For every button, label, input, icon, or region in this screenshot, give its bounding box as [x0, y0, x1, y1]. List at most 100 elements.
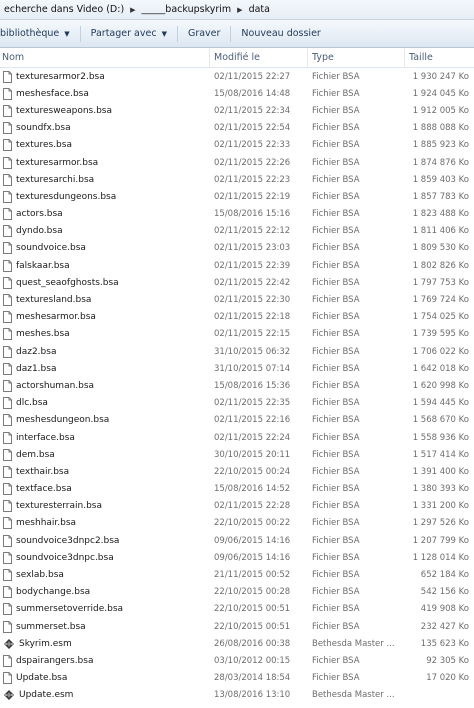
breadcrumb-drive[interactable]: echerche dans Video (D:): [2, 4, 126, 15]
file-row[interactable]: daz2.bsa 31/10/2015 06:32 Fichier BSA 1 706…: [0, 343, 474, 360]
file-row[interactable]: textface.bsa 15/08/2016 14:52 Fichier BSA 1…: [0, 481, 474, 498]
file-row[interactable]: sexlab.bsa 21/11/2015 00:52 Fichier BSA 652…: [0, 566, 474, 583]
file-name-cell[interactable]: meshesdungeon.bsa: [0, 414, 210, 427]
file-type: Fichier BSA: [312, 157, 360, 168]
file-type: Fichier BSA: [312, 604, 360, 615]
column-header-date-modified[interactable]: Modifié le: [210, 48, 308, 67]
file-row[interactable]: actorshuman.bsa 15/08/2016 15:36 Fichier B…: [0, 377, 474, 394]
file-row[interactable]: textures.bsa 02/11/2015 22:33 Fichier BSA 1…: [0, 137, 474, 154]
file-row[interactable]: falskaar.bsa 02/11/2015 22:39 Fichier BSA 1…: [0, 257, 474, 274]
file-name-cell[interactable]: soundvoice3dnpc2.bsa: [0, 534, 210, 547]
file-size: 1 517 414 Ko: [412, 449, 469, 460]
file-name-cell[interactable]: interface.bsa: [0, 431, 210, 444]
file-name-cell[interactable]: dspairangers.bsa: [0, 654, 210, 667]
breadcrumb-separator-icon[interactable]: ▶: [126, 6, 139, 14]
file-size: 1 823 488 Ko: [412, 209, 469, 220]
breadcrumb-data-folder[interactable]: data: [247, 4, 272, 15]
file-name-cell[interactable]: actorshuman.bsa: [0, 379, 210, 392]
breadcrumb-backup-folder[interactable]: _____backupskyrim: [140, 4, 234, 15]
file-row[interactable]: texturesland.bsa 02/11/2015 22:30 Fichier …: [0, 291, 474, 308]
burn-button[interactable]: Graver: [188, 28, 220, 39]
file-row[interactable]: dem.bsa 30/10/2015 20:11 Fichier BSA 1 517 …: [0, 446, 474, 463]
file-size: 92 305 Ko: [426, 655, 469, 666]
file-row[interactable]: meshesdungeon.bsa 02/11/2015 22:16 Fichier…: [0, 412, 474, 429]
file-row[interactable]: soundvoice3dnpc.bsa 09/06/2015 14:16 Fichi…: [0, 549, 474, 566]
file-row[interactable]: bodychange.bsa 22/10/2015 00:28 Fichier BS…: [0, 584, 474, 601]
file-name-cell[interactable]: texturesweapons.bsa: [0, 104, 210, 117]
file-name-cell[interactable]: Skyrim.esm: [0, 638, 210, 650]
file-name-cell[interactable]: texturesland.bsa: [0, 294, 210, 307]
file-row[interactable]: meshesarmor.bsa 02/11/2015 22:18 Fichier B…: [0, 309, 474, 326]
file-name-cell[interactable]: quest_seaofghosts.bsa: [0, 276, 210, 289]
file-name-cell[interactable]: bodychange.bsa: [0, 586, 210, 599]
file-name-cell[interactable]: falskaar.bsa: [0, 259, 210, 272]
file-name-cell[interactable]: texturesterrain.bsa: [0, 500, 210, 513]
file-name-cell[interactable]: daz1.bsa: [0, 362, 210, 375]
file-name-cell[interactable]: Update.bsa: [0, 672, 210, 685]
file-name-cell[interactable]: textface.bsa: [0, 483, 210, 496]
column-header-size[interactable]: Taille: [405, 48, 474, 67]
file-row[interactable]: soundvoice3dnpc2.bsa 09/06/2015 14:16 Fich…: [0, 532, 474, 549]
file-row[interactable]: texturesterrain.bsa 02/11/2015 22:28 Fichi…: [0, 498, 474, 515]
file-row[interactable]: texthair.bsa 22/10/2015 00:24 Fichier BSA 1…: [0, 463, 474, 480]
file-type: Fichier BSA: [312, 295, 360, 306]
file-name-cell[interactable]: texturesarmor.bsa: [0, 156, 210, 169]
file-name-cell[interactable]: soundvoice3dnpc.bsa: [0, 551, 210, 564]
address-bar[interactable]: echerche dans Video (D:) ▶ _____backupsk…: [0, 0, 474, 20]
file-name-cell[interactable]: dlc.bsa: [0, 397, 210, 410]
file-name-cell[interactable]: summersetoverride.bsa: [0, 603, 210, 616]
file-row[interactable]: dlc.bsa 02/11/2015 22:35 Fichier BSA 1 594 …: [0, 395, 474, 412]
file-name-cell[interactable]: Update.esm: [0, 689, 210, 701]
file-row[interactable]: actors.bsa 15/08/2016 15:16 Fichier BSA 1 8…: [0, 206, 474, 223]
file-name-cell[interactable]: meshes.bsa: [0, 328, 210, 341]
file-row[interactable]: dyndo.bsa 02/11/2015 22:12 Fichier BSA 1 81…: [0, 223, 474, 240]
file-row[interactable]: texturesarmor.bsa 02/11/2015 22:26 Fichier…: [0, 154, 474, 171]
file-row[interactable]: Update.bsa 28/03/2014 18:54 Fichier BSA 17 …: [0, 670, 474, 687]
file-icon: [3, 500, 12, 513]
file-name-cell[interactable]: textures.bsa: [0, 139, 210, 152]
breadcrumb-separator-icon[interactable]: ▶: [233, 6, 246, 14]
burn-button-label: Graver: [187, 28, 221, 39]
file-name-cell[interactable]: texturesarchi.bsa: [0, 173, 210, 186]
file-row[interactable]: texturesdungeons.bsa 02/11/2015 22:19 Fich…: [0, 188, 474, 205]
file-row[interactable]: interface.bsa 02/11/2015 22:24 Fichier BSA…: [0, 429, 474, 446]
file-name-cell[interactable]: meshesface.bsa: [0, 87, 210, 100]
file-name-cell[interactable]: sexlab.bsa: [0, 569, 210, 582]
file-row[interactable]: summersetoverride.bsa 22/10/2015 00:51 Fic…: [0, 601, 474, 618]
file-name-cell[interactable]: daz2.bsa: [0, 345, 210, 358]
file-date-modified: 22/10/2015 00:22: [214, 518, 291, 529]
file-row[interactable]: texturesweapons.bsa 02/11/2015 22:34 Fichi…: [0, 102, 474, 119]
column-header-type[interactable]: Type: [308, 48, 405, 67]
file-row[interactable]: daz1.bsa 31/10/2015 07:14 Fichier BSA 1 642…: [0, 360, 474, 377]
file-name-cell[interactable]: texthair.bsa: [0, 465, 210, 478]
file-name: Skyrim.esm: [19, 638, 72, 649]
new-folder-button[interactable]: Nouveau dossier: [241, 28, 320, 39]
file-name-cell[interactable]: soundvoice.bsa: [0, 242, 210, 255]
file-size: 1 888 088 Ko: [412, 123, 469, 134]
file-row[interactable]: meshhair.bsa 22/10/2015 00:22 Fichier BSA 1…: [0, 515, 474, 532]
file-row[interactable]: quest_seaofghosts.bsa 02/11/2015 22:42 Fic…: [0, 274, 474, 291]
file-name-cell[interactable]: summerset.bsa: [0, 620, 210, 633]
file-row[interactable]: texturesarmor2.bsa 02/11/2015 22:27 Fichie…: [0, 68, 474, 85]
file-row[interactable]: texturesarchi.bsa 02/11/2015 22:23 Fichier…: [0, 171, 474, 188]
file-name-cell[interactable]: soundfx.bsa: [0, 122, 210, 135]
file-row[interactable]: dspairangers.bsa 03/10/2012 00:15 Fichier …: [0, 652, 474, 669]
library-button[interactable]: bibliothèque ▼: [0, 28, 70, 39]
file-name-cell[interactable]: meshhair.bsa: [0, 517, 210, 530]
file-row[interactable]: soundvoice.bsa 02/11/2015 23:03 Fichier BS…: [0, 240, 474, 257]
file-name-cell[interactable]: texturesdungeons.bsa: [0, 190, 210, 203]
file-name-cell[interactable]: actors.bsa: [0, 208, 210, 221]
file-row[interactable]: meshesface.bsa 15/08/2016 14:48 Fichier BS…: [0, 85, 474, 102]
file-row[interactable]: summerset.bsa 22/10/2015 00:51 Fichier BSA…: [0, 618, 474, 635]
file-type: Fichier BSA: [312, 484, 360, 495]
column-header-name[interactable]: Nom: [0, 48, 210, 67]
file-name-cell[interactable]: texturesarmor2.bsa: [0, 70, 210, 83]
file-row[interactable]: soundfx.bsa 02/11/2015 22:54 Fichier BSA 1 …: [0, 120, 474, 137]
file-name-cell[interactable]: dem.bsa: [0, 448, 210, 461]
file-name-cell[interactable]: meshesarmor.bsa: [0, 311, 210, 324]
file-name-cell[interactable]: dyndo.bsa: [0, 225, 210, 238]
file-row[interactable]: meshes.bsa 02/11/2015 22:15 Fichier BSA 1 7…: [0, 326, 474, 343]
file-row[interactable]: Skyrim.esm 26/08/2016 00:38 Bethesda Maste…: [0, 635, 474, 652]
share-with-button[interactable]: Partager avec ▼: [91, 28, 167, 39]
file-row[interactable]: Update.esm 13/08/2016 13:10 Bethesda Maste…: [0, 687, 474, 704]
